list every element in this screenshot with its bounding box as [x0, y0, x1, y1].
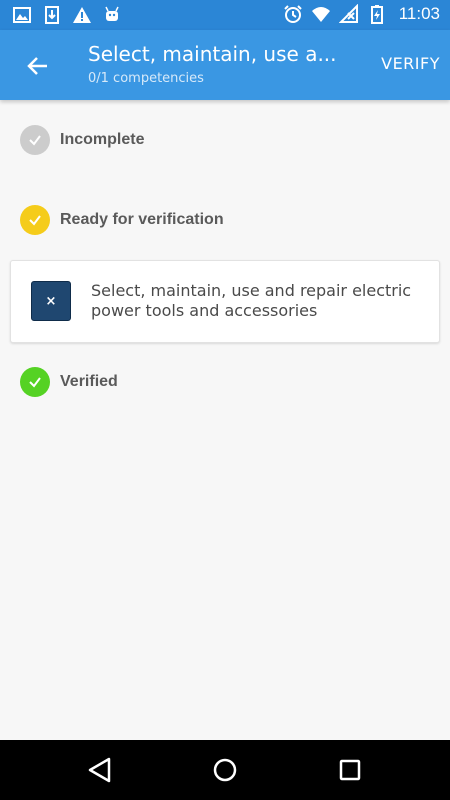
- warning-icon: [73, 7, 91, 23]
- nav-home-icon[interactable]: [210, 755, 240, 785]
- status-ready-icon: [20, 205, 50, 235]
- competency-title: Select, maintain, use and repair electri…: [91, 281, 412, 320]
- competency-icon: ×: [31, 281, 71, 321]
- android-icon: [105, 6, 119, 21]
- check-icon: [29, 215, 41, 226]
- status-bar: 11:03: [0, 0, 450, 30]
- nav-recents-icon[interactable]: [335, 755, 365, 785]
- app-bar: Select, maintain, use a... 0/1 competenc…: [0, 30, 450, 100]
- status-incomplete-icon: [20, 125, 50, 155]
- verify-button[interactable]: VERIFY: [381, 54, 440, 73]
- back-button[interactable]: [18, 46, 58, 86]
- section-ready: Ready for verification: [20, 205, 224, 235]
- status-right-icons: 11:03: [283, 4, 440, 24]
- no-signal-icon: [338, 4, 358, 23]
- section-label: Ready for verification: [60, 211, 224, 228]
- download-icon: [45, 6, 59, 24]
- section-verified: Verified: [20, 367, 118, 397]
- check-icon: [29, 135, 41, 146]
- section-label: Incomplete: [60, 131, 145, 148]
- navigation-bar: [0, 740, 450, 800]
- section-incomplete: Incomplete: [20, 125, 144, 155]
- arrow-back-icon: [27, 57, 47, 75]
- page-subtitle: 0/1 competencies: [88, 71, 204, 86]
- status-time: 11:03: [398, 4, 440, 23]
- check-icon: [29, 377, 41, 388]
- nav-back-icon[interactable]: [85, 755, 115, 785]
- competency-card[interactable]: × Select, maintain, use and repair elect…: [10, 260, 440, 343]
- status-left-icons: [12, 5, 122, 25]
- screen: 11:03 Select, maintain, use a... 0/1 com…: [0, 0, 450, 800]
- alarm-icon: [284, 5, 302, 23]
- section-label: Verified: [60, 373, 118, 390]
- battery-icon: [370, 5, 383, 24]
- wifi-icon: [311, 7, 330, 22]
- status-verified-icon: [20, 367, 50, 397]
- page-title: Select, maintain, use a...: [88, 42, 337, 66]
- image-icon: [13, 7, 31, 23]
